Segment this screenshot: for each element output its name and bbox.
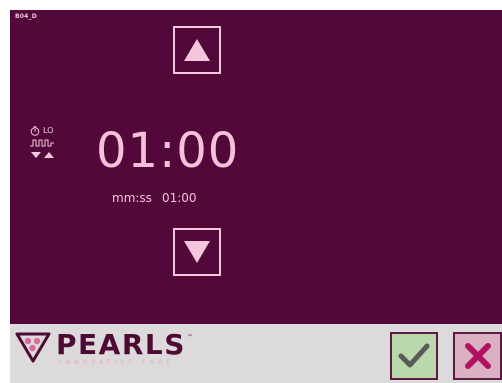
pulse-wave-icon	[30, 139, 54, 147]
close-icon	[464, 343, 491, 369]
timer-value: 01:00	[96, 123, 240, 179]
timer-format-info: mm:ss 01:00	[112, 191, 197, 205]
direction-row	[30, 149, 60, 161]
timer-icon	[30, 126, 40, 136]
timer-level-row: LO	[30, 125, 60, 137]
triangle-down-icon	[184, 241, 210, 263]
pearls-heart-logo-icon	[15, 332, 51, 363]
format-label: mm:ss	[112, 191, 152, 205]
triangle-up-icon	[184, 39, 210, 61]
increase-time-button[interactable]	[173, 26, 221, 74]
check-icon	[398, 343, 430, 368]
main-panel: B04_D LO 01:00 mm:ss 01:00	[10, 10, 502, 324]
decrease-time-button[interactable]	[173, 228, 221, 276]
brand-tagline: INNOVATIVE CARE	[60, 359, 175, 366]
level-label: LO	[43, 126, 54, 135]
secondary-time-value: 01:00	[161, 191, 197, 205]
brand-name: PEARLS	[56, 328, 186, 361]
brand-trademark: ™	[186, 334, 193, 341]
mode-indicators: LO	[30, 125, 60, 161]
bottom-bar: PEARLS ™ INNOVATIVE CARE	[10, 324, 502, 383]
pulse-row	[30, 137, 60, 149]
screen-id-label: B04_D	[15, 13, 37, 20]
device-screen: B04_D LO 01:00 mm:ss 01:00 PEARLS ™ INNO…	[10, 10, 502, 383]
down-up-arrows-icon	[31, 152, 54, 158]
confirm-button[interactable]	[390, 332, 438, 380]
cancel-button[interactable]	[453, 332, 502, 380]
